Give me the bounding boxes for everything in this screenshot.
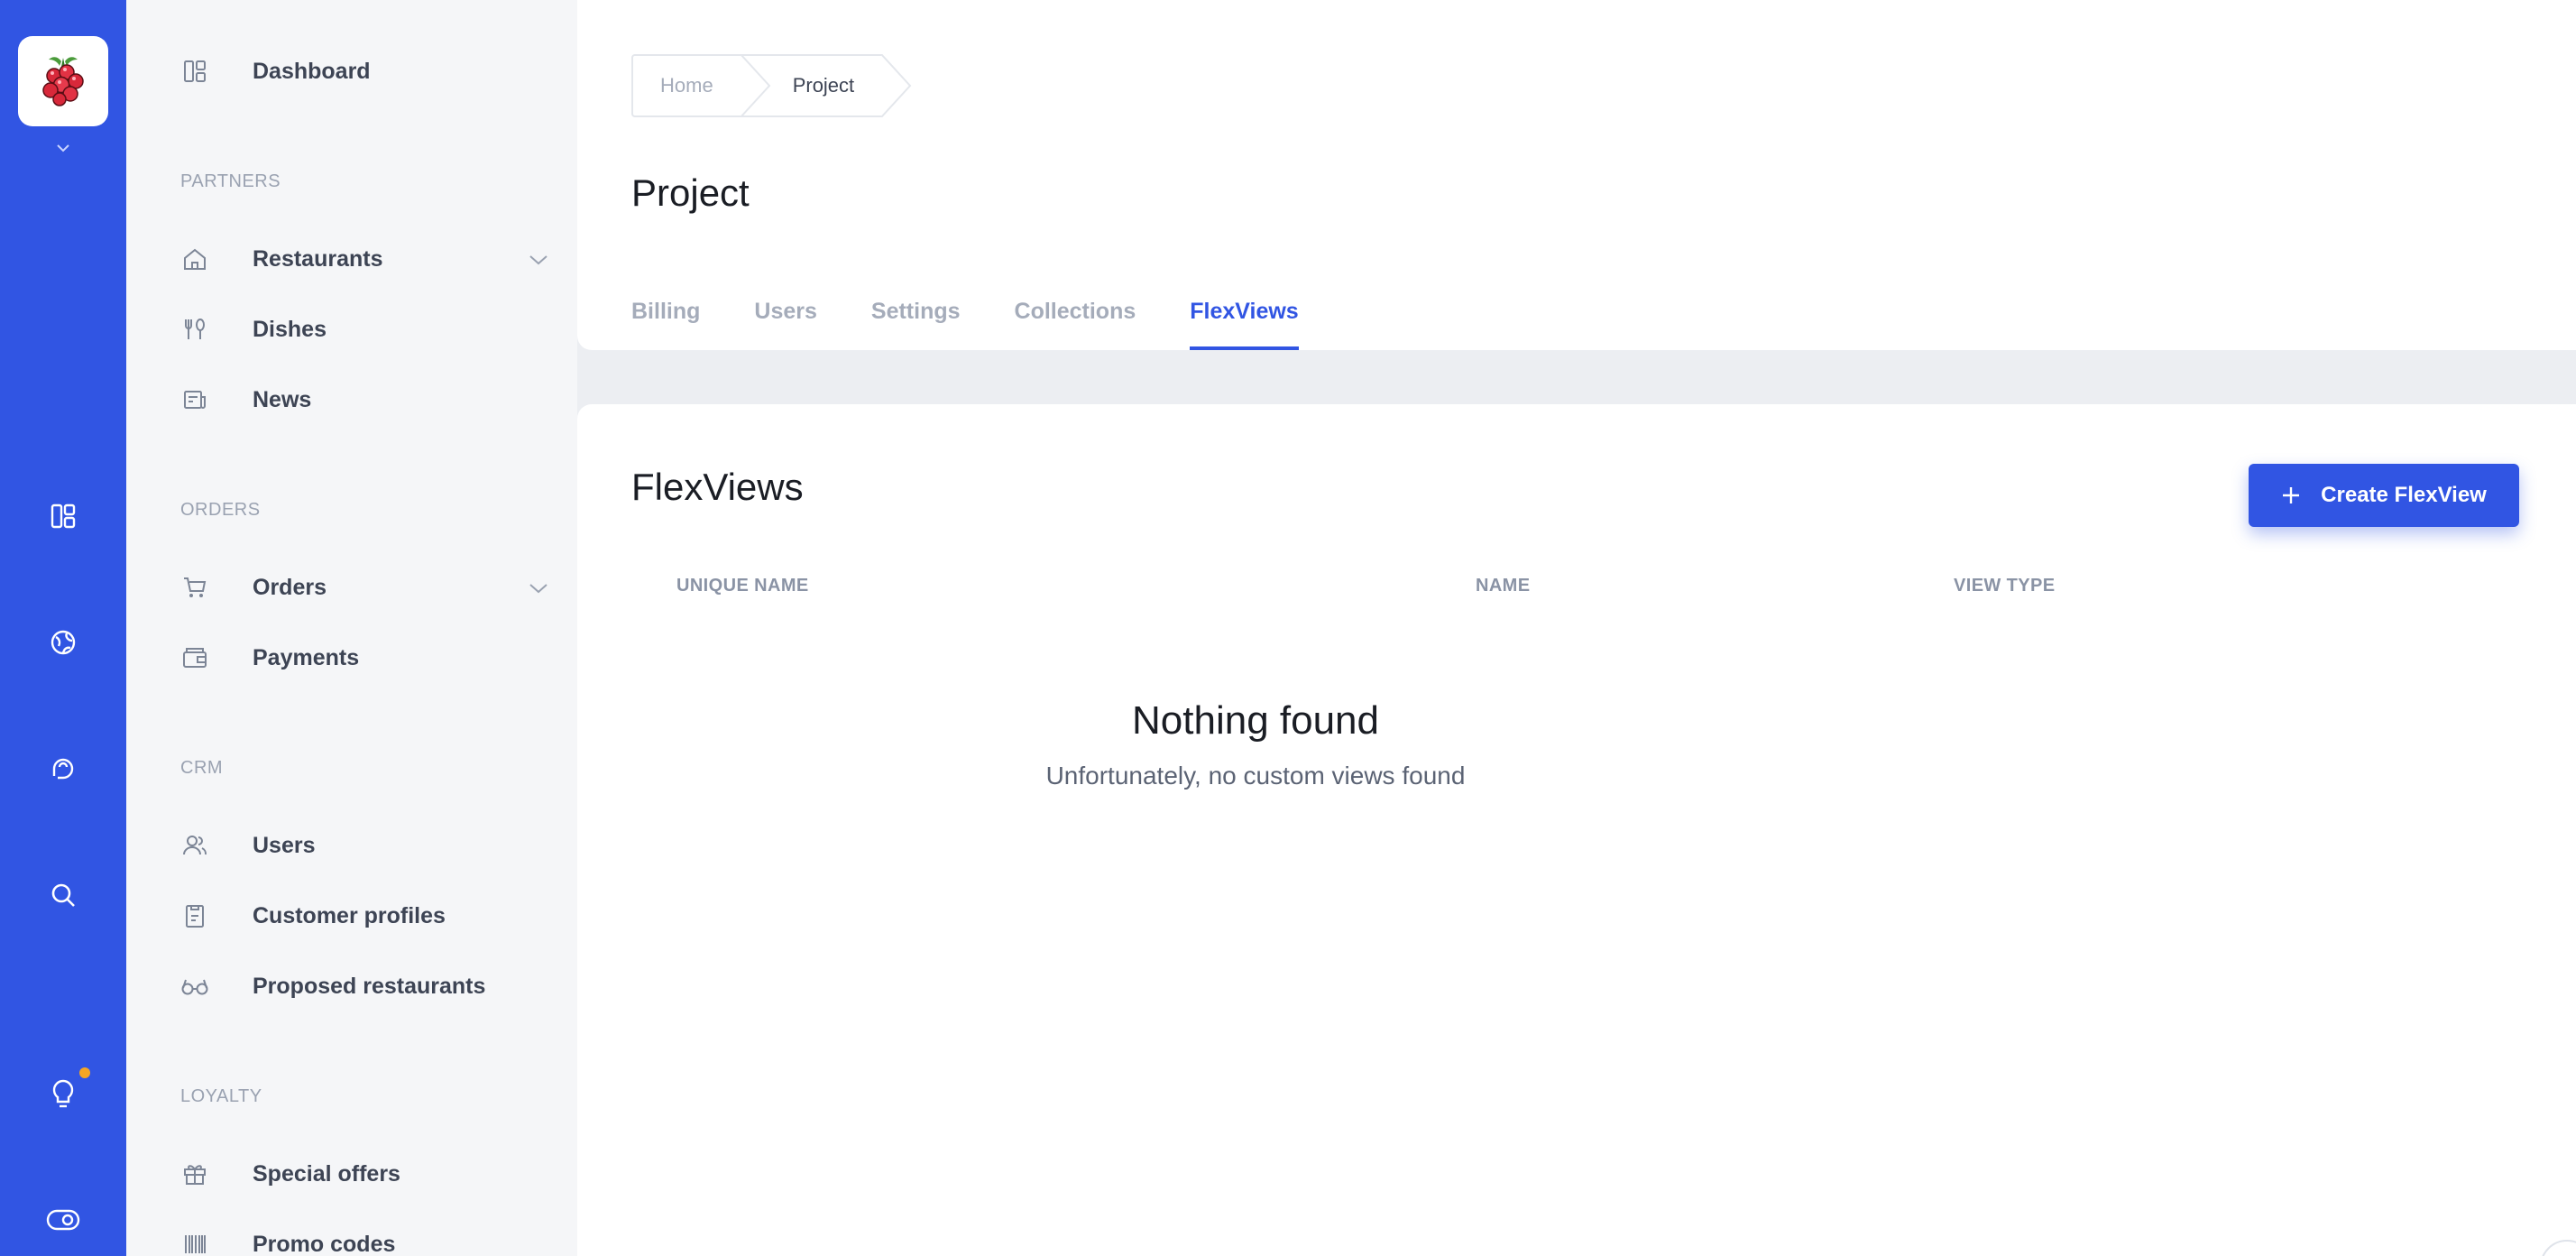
section-label-orders: ORDERS (180, 500, 261, 520)
floating-action-button[interactable] (2540, 1240, 2576, 1256)
raspberry-logo[interactable] (18, 36, 108, 126)
notification-dot (79, 1067, 90, 1078)
section-label-partners: PARTNERS (180, 171, 281, 191)
empty-state-subtitle: Unfortunately, no custom views found (1045, 762, 1466, 790)
sidebar-item-label: Restaurants (253, 245, 383, 272)
chat-icon[interactable] (40, 745, 87, 792)
chevron-down-icon[interactable] (51, 137, 76, 159)
tab-billing[interactable]: Billing (631, 287, 700, 350)
tab-bar: Billing Users Settings Collections FlexV… (631, 287, 1353, 350)
plus-icon (2281, 485, 2301, 505)
tab-flexviews[interactable]: FlexViews (1190, 287, 1300, 350)
sidebar-item-restaurants[interactable]: Restaurants (180, 232, 550, 286)
tab-collections[interactable]: Collections (1015, 287, 1136, 350)
globe-icon[interactable] (40, 619, 87, 666)
icon-rail (0, 0, 126, 1256)
breadcrumb-project-label: Project (792, 74, 855, 97)
house-icon (180, 245, 209, 273)
create-flexview-label: Create FlexView (2321, 483, 2487, 507)
column-header-name[interactable]: NAME (1476, 576, 1531, 596)
lightbulb-icon[interactable] (40, 1070, 87, 1117)
breadcrumb-home[interactable]: Home (631, 54, 771, 117)
sidebar-item-label: Promo codes (253, 1231, 396, 1256)
sidebar-item-label: Dashboard (253, 58, 371, 84)
empty-state-title: Nothing found (1132, 698, 1379, 743)
page-title: Project (631, 171, 750, 214)
sidebar: Dashboard PARTNERS Restaurants Dishes Ne… (126, 0, 577, 1256)
chevron-down-icon[interactable] (527, 248, 550, 272)
section-title: FlexViews (631, 466, 804, 508)
cutlery-icon (180, 315, 209, 344)
sidebar-item-label: News (253, 386, 312, 412)
sidebar-item-orders[interactable]: Orders (180, 560, 550, 614)
dashboard-icon[interactable] (40, 493, 87, 540)
chevron-down-icon[interactable] (527, 577, 550, 600)
breadcrumb-separator (881, 54, 912, 117)
sidebar-item-promo-codes[interactable]: Promo codes (180, 1217, 550, 1256)
sidebar-item-customer-profiles[interactable]: Customer profiles (180, 889, 550, 943)
raspberry-icon (42, 57, 84, 106)
sidebar-item-label: Payments (253, 644, 360, 670)
newspaper-icon (180, 385, 209, 414)
sidebar-item-dishes[interactable]: Dishes (180, 302, 550, 356)
glasses-icon (180, 972, 209, 1001)
gift-icon (180, 1159, 209, 1188)
dashboard-icon (180, 57, 209, 86)
flexviews-panel: FlexViews Create FlexView UNIQUE NAME NA… (577, 404, 2576, 1256)
cart-icon (180, 573, 209, 602)
sidebar-item-dashboard[interactable]: Dashboard (180, 44, 550, 98)
breadcrumb-home-label: Home (660, 74, 713, 97)
search-icon[interactable] (40, 872, 87, 919)
sidebar-item-payments[interactable]: Payments (180, 631, 550, 685)
barcode-icon (180, 1230, 209, 1256)
sidebar-item-label: Users (253, 832, 316, 858)
breadcrumb-separator (740, 54, 771, 117)
page-header: Home Project Project Billing Users Setti… (577, 0, 2576, 350)
sidebar-item-users[interactable]: Users (180, 818, 550, 873)
sidebar-item-proposed-restaurants[interactable]: Proposed restaurants (180, 959, 550, 1013)
tab-settings[interactable]: Settings (871, 287, 961, 350)
column-header-view-type[interactable]: VIEW TYPE (1954, 576, 2056, 596)
sidebar-item-label: Orders (253, 574, 327, 600)
sidebar-item-label: Special offers (253, 1160, 400, 1187)
id-card-icon (180, 901, 209, 930)
section-label-crm: CRM (180, 758, 224, 778)
wallet-icon (180, 643, 209, 672)
toggle-icon[interactable] (40, 1196, 87, 1243)
sidebar-item-label: Dishes (253, 316, 327, 342)
column-header-unique-name[interactable]: UNIQUE NAME (676, 576, 809, 596)
sidebar-item-label: Customer profiles (253, 902, 446, 928)
sidebar-item-special-offers[interactable]: Special offers (180, 1147, 550, 1201)
sidebar-item-label: Proposed restaurants (253, 973, 486, 999)
sidebar-item-news[interactable]: News (180, 373, 550, 427)
create-flexview-button[interactable]: Create FlexView (2249, 464, 2519, 527)
breadcrumb: Home Project (631, 54, 912, 117)
users-icon (180, 831, 209, 860)
section-label-loyalty: LOYALTY (180, 1086, 262, 1106)
tab-users[interactable]: Users (754, 287, 817, 350)
